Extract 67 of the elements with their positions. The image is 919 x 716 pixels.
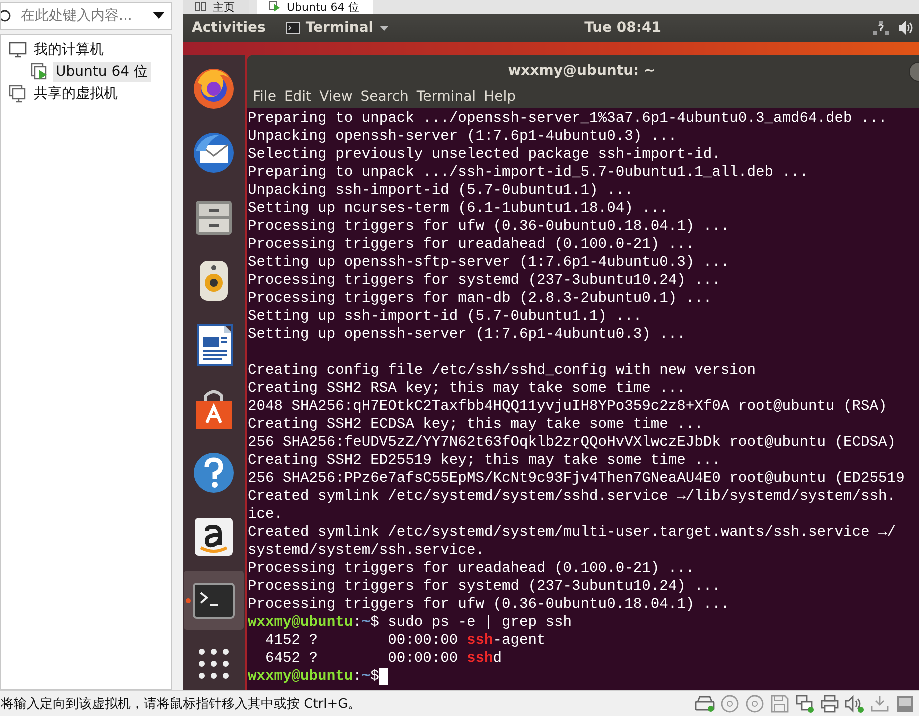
tree-item[interactable]: Ubuntu 64 位 — [53, 62, 151, 82]
network-adapter-icon[interactable] — [795, 694, 815, 714]
shared-machines-icon — [9, 85, 27, 103]
terminal-icon — [286, 22, 300, 34]
virtual-machine-icon — [269, 1, 281, 13]
terminal-line: Created symlink /etc/systemd/system/sshd.service →/lib/systemd/system/ssh. — [248, 488, 898, 506]
status-message: 将输入定向到该虚拟机，请将鼠标指针移入其中或按 Ctrl+G。 — [1, 696, 362, 712]
tray-icon[interactable] — [895, 694, 915, 714]
window-title: wxxmy@ubuntu: ~ — [508, 62, 656, 78]
clock[interactable]: Tue 08:41 — [584, 20, 662, 36]
terminal-line: 4152 ? 00:00:00 ssh-agent — [264, 632, 547, 650]
terminal-line: Setting up ncurses-term (6.1-1ubuntu1.18.04) ... — [248, 200, 670, 218]
terminal-line: Processing triggers for ufw (0.36-0ubuntu0.18.04.1) ... — [248, 596, 731, 614]
terminal-line: Processing triggers for ureadahead (0.100.0-21) ... — [248, 560, 696, 578]
terminal-line: 256 SHA256:PPz6e7afsC55EpMS/KcNt9c93Fjv4Then7GNeaAU4E0 root@ubuntu (ED25519 — [248, 470, 906, 488]
terminal-line: Processing triggers for man-db (2.8.3-2ubuntu0.1) ... — [248, 290, 714, 308]
terminal-line: wxxmy@ubuntu:~$ sudo ps -e | grep ssh — [248, 614, 572, 632]
menu-item[interactable]: File — [249, 89, 280, 105]
terminal-line: Selecting previously unselected package ssh-import-id. — [248, 146, 722, 164]
terminal-line: 6452 ? 00:00:00 sshd — [264, 650, 503, 668]
monitor-icon — [9, 41, 27, 59]
vm-tab[interactable]: Ubuntu 64 位 — [257, 0, 374, 14]
vm-tab[interactable]: 主页 — [183, 0, 249, 14]
menu-item[interactable]: Search — [356, 89, 413, 105]
app-menu[interactable]: Terminal — [306, 20, 374, 36]
terminal-line: 256 SHA256:feUDV5zZ/YY7N62t63fOqklb2zrQQoHvVXlwczEJbDk root@ubuntu (ECDSA) — [248, 434, 898, 452]
terminal-line: 2048 SHA256:qH7EOtkC2Taxfbb4HQQ11yvjuIH8YPo359c2z8+Xf0A root@ubuntu (RSA) — [248, 398, 888, 416]
mail-icon[interactable] — [192, 130, 236, 175]
terminal-line: Processing triggers for systemd (237-3ubuntu10.24) ... — [248, 272, 722, 290]
tree-item[interactable]: 共享的虚拟机 — [31, 84, 121, 104]
dropdown-caret-icon[interactable] — [153, 12, 165, 20]
printer-icon[interactable] — [820, 694, 840, 714]
terminal-line: Preparing to unpack .../openssh-server_1%3a7.6p1-4ubuntu0.3_amd64.deb ... — [248, 110, 888, 128]
menu-item[interactable]: Terminal — [412, 89, 480, 105]
caret-icon[interactable] — [380, 26, 389, 30]
terminal-line: Creating SSH2 ED25519 key; this may take some time ... — [248, 452, 722, 470]
terminal-line: wxxmy@ubuntu:~$ — [248, 668, 380, 686]
sound-icon[interactable] — [845, 694, 865, 714]
terminal-line: Setting up ssh-import-id (5.7-0ubuntu1.1) ... — [248, 308, 644, 326]
terminal-line: Creating SSH2 ECDSA key; this may take some time ... — [248, 416, 704, 434]
terminal-line: Preparing to unpack .../ssh-import-id_5.7-0ubuntu1.1_all.deb ... — [248, 164, 810, 182]
terminal-line: Creating SSH2 RSA key; this may take some time ... — [248, 380, 687, 398]
terminal-line: ice. — [248, 506, 284, 524]
virtual-machine-icon — [31, 63, 49, 81]
terminal-line: Processing triggers for ufw (0.36-0ubuntu0.18.04.1) ... — [248, 218, 731, 236]
terminal-line: Unpacking openssh-server (1:7.6p1-4ubuntu0.3) ... — [248, 128, 678, 146]
help-icon[interactable] — [192, 450, 236, 495]
menu-item[interactable]: Edit — [280, 89, 316, 105]
search-field[interactable]: 在此处键入内容... — [0, 2, 172, 30]
network-unknown-icon[interactable] — [873, 21, 889, 35]
hard-disk-icon[interactable] — [695, 694, 715, 714]
terminal-line: Unpacking ssh-import-id (5.7-0ubuntu1.1) ... — [248, 182, 634, 200]
terminal-line: Setting up openssh-server (1:7.6p1-4ubuntu0.3) ... — [248, 326, 687, 344]
running-indicator — [186, 598, 191, 604]
volume-icon[interactable] — [899, 21, 915, 35]
terminal-line: Creating config file /etc/ssh/sshd_config with new version — [248, 362, 757, 380]
activities-button[interactable]: Activities — [183, 20, 276, 36]
menu-item[interactable]: Help — [480, 89, 520, 105]
terminal-line: Processing triggers for ureadahead (0.100.0-21) ... — [248, 236, 696, 254]
terminal-line: systemd/system/ssh.service. — [248, 542, 486, 560]
tree-item[interactable]: 我的计算机 — [31, 40, 107, 60]
terminal-line: Created symlink /etc/systemd/system/multi-user.target.wants/ssh.service →/ — [248, 524, 898, 542]
terminal-line: Setting up openssh-sftp-server (1:7.6p1-4ubuntu0.3) ... — [248, 254, 731, 272]
search-icon — [1, 9, 13, 23]
firefox-icon[interactable] — [192, 66, 236, 110]
menu-item[interactable]: View — [316, 89, 357, 105]
terminal-line: Processing triggers for systemd (237-3ubuntu10.24) ... — [248, 578, 722, 596]
